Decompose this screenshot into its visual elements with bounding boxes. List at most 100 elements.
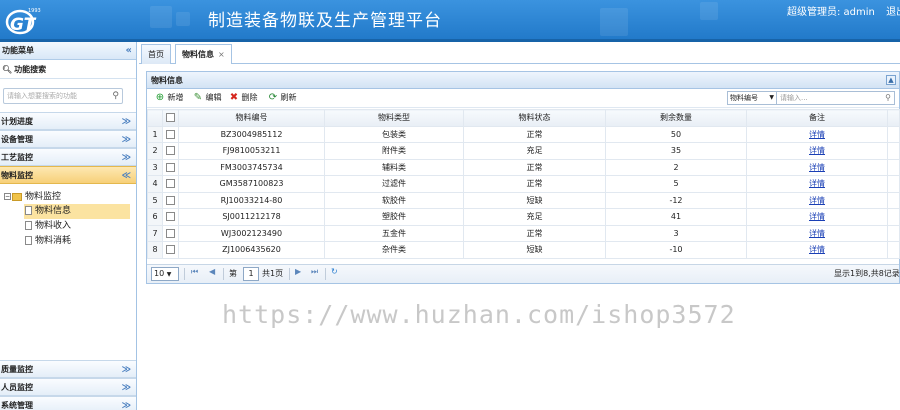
row-checkbox-cell[interactable]: [162, 241, 179, 259]
tab-material-info[interactable]: 物料信息 ×: [175, 44, 232, 64]
row-number: 7: [147, 224, 163, 242]
banner-decor: [176, 12, 190, 26]
material-code: SJ0011212178: [178, 208, 325, 226]
section-label: 物料监控: [1, 171, 33, 180]
table-row[interactable]: 7 WJ3002123490 五金件 正常 3 详情: [147, 224, 900, 242]
row-checkbox-cell[interactable]: [162, 224, 179, 242]
top-banner: GT 1993 制造装备物联及生产管理平台 超级管理员: admin 退出: [0, 0, 900, 42]
refresh-button[interactable]: ⟳ 刷新: [268, 92, 297, 103]
row-checkbox-cell[interactable]: [162, 142, 179, 160]
table-row[interactable]: 5 RJ10033214-80 软胶件 短缺 -12 详情: [147, 191, 900, 209]
tree-item-material-consumption[interactable]: 物料消耗: [24, 234, 130, 249]
details-link[interactable]: 详情: [809, 179, 825, 188]
row-checkbox-cell[interactable]: [162, 208, 179, 226]
row-checkbox[interactable]: [166, 146, 175, 156]
column-header[interactable]: 备注: [746, 109, 888, 127]
row-checkbox[interactable]: [166, 129, 175, 139]
last-page-icon[interactable]: ⏭: [311, 267, 318, 277]
sidebar-collapse-icon[interactable]: «: [126, 42, 132, 60]
delete-button[interactable]: ✖ 删除: [229, 92, 258, 103]
remaining-qty: -10: [605, 241, 747, 259]
material-type: 五金件: [324, 224, 464, 242]
sidebar-section-process[interactable]: 工艺监控 ≫: [0, 148, 136, 166]
edit-button[interactable]: ✎ 编辑: [193, 92, 222, 103]
page-number-input[interactable]: 1: [243, 267, 259, 281]
panel-collapse-icon[interactable]: ▲: [886, 75, 896, 85]
table-row[interactable]: 3 FM3003745734 辅料类 正常 2 详情: [147, 158, 900, 176]
prev-page-icon[interactable]: ◀: [209, 267, 215, 276]
column-header[interactable]: 剩余数量: [605, 109, 747, 127]
details-link[interactable]: 详情: [809, 196, 825, 205]
section-label: 计划进度: [1, 117, 33, 126]
search-field-value: 物料编号: [730, 94, 758, 102]
row-checkbox[interactable]: [166, 195, 175, 205]
separator: [289, 268, 290, 280]
details-link[interactable]: 详情: [809, 130, 825, 139]
table-row[interactable]: 6 SJ0011212178 塑胶件 充足 41 详情: [147, 208, 900, 226]
remaining-qty: 50: [605, 125, 747, 143]
tree-item-label: 物料信息: [35, 206, 72, 216]
grid-search-placeholder: 请输入...: [780, 94, 808, 102]
table-row[interactable]: 2 FJ9810053211 附件类 充足 35 详情: [147, 142, 900, 160]
row-checkbox-cell[interactable]: [162, 158, 179, 176]
dropdown-arrow-icon: ▼: [166, 271, 172, 278]
sidebar-section-material[interactable]: 物料监控 ≪: [0, 166, 136, 184]
tree-item-material-info[interactable]: 物料信息: [24, 204, 130, 219]
row-checkbox[interactable]: [166, 228, 175, 238]
collapse-node-icon[interactable]: −: [4, 193, 11, 200]
note-cell: 详情: [746, 224, 888, 242]
table-row[interactable]: 4 GM3587100823 过滤件 正常 5 详情: [147, 175, 900, 193]
sidebar-section-plan[interactable]: 计划进度 ≫: [0, 112, 136, 130]
column-header[interactable]: 物料类型: [324, 109, 464, 127]
page-size-select[interactable]: 10 ▼: [151, 267, 179, 281]
table-row[interactable]: 8 ZJ1006435620 杂件类 短缺 -10 详情: [147, 241, 900, 259]
details-link[interactable]: 详情: [809, 146, 825, 155]
material-status: 充足: [463, 208, 606, 226]
details-link[interactable]: 详情: [809, 229, 825, 238]
search-icon[interactable]: ⚲: [885, 92, 891, 104]
search-icon: 🔍︎: [2, 65, 13, 74]
select-all-checkbox-cell[interactable]: [162, 109, 179, 127]
sidebar-section-quality[interactable]: 质量监控 ≫: [0, 360, 136, 378]
row-checkbox[interactable]: [166, 162, 175, 172]
note-cell: 详情: [746, 241, 888, 259]
document-icon: [25, 221, 32, 230]
tab-label: 物料信息: [182, 50, 214, 59]
details-link[interactable]: 详情: [809, 163, 825, 172]
folder-icon: [12, 192, 22, 201]
close-icon[interactable]: ×: [218, 50, 225, 59]
row-checkbox-cell[interactable]: [162, 175, 179, 193]
logout-link[interactable]: 退出: [886, 7, 900, 18]
material-table: 物料编号 物料类型 物料状态 剩余数量 备注 1 BZ3004985112 包装…: [147, 109, 900, 259]
sidebar-section-personnel[interactable]: 人员监控 ≫: [0, 378, 136, 396]
sidebar-section-system[interactable]: 系统管理 ≫: [0, 396, 136, 410]
add-label: 新增: [167, 93, 184, 102]
table-row[interactable]: 1 BZ3004985112 包装类 正常 50 详情: [147, 125, 900, 143]
details-link[interactable]: 详情: [809, 245, 825, 254]
material-status: 充足: [463, 142, 606, 160]
grid-search-input[interactable]: 请输入... ⚲: [777, 91, 895, 105]
tree-item-material-income[interactable]: 物料收入: [24, 219, 130, 234]
search-icon[interactable]: ⚲: [112, 89, 119, 103]
section-label: 人员监控: [1, 383, 33, 392]
row-checkbox[interactable]: [166, 179, 175, 189]
sidebar-section-equipment[interactable]: 设备管理 ≫: [0, 130, 136, 148]
row-checkbox[interactable]: [166, 212, 175, 222]
add-button[interactable]: ⊕ 新增: [155, 92, 184, 103]
first-page-icon[interactable]: ⏮: [191, 267, 198, 277]
column-header[interactable]: 物料状态: [463, 109, 606, 127]
tab-home[interactable]: 首页: [141, 44, 171, 64]
details-link[interactable]: 详情: [809, 212, 825, 221]
svg-text:1993: 1993: [28, 8, 41, 14]
row-checkbox[interactable]: [166, 245, 175, 255]
function-search-input[interactable]: 请输入想要搜索的功能 ⚲: [3, 88, 123, 104]
next-page-icon[interactable]: ▶: [295, 267, 301, 276]
select-all-checkbox[interactable]: [166, 113, 175, 123]
row-checkbox-cell[interactable]: [162, 125, 179, 143]
page-prefix: 第: [229, 269, 237, 278]
reload-icon[interactable]: ↻: [331, 267, 338, 276]
search-field-select[interactable]: 物料编号 ▼: [727, 91, 777, 105]
column-header[interactable]: 物料编号: [178, 109, 325, 127]
row-checkbox-cell[interactable]: [162, 191, 179, 209]
tree-root[interactable]: − 物料监控: [4, 189, 61, 202]
